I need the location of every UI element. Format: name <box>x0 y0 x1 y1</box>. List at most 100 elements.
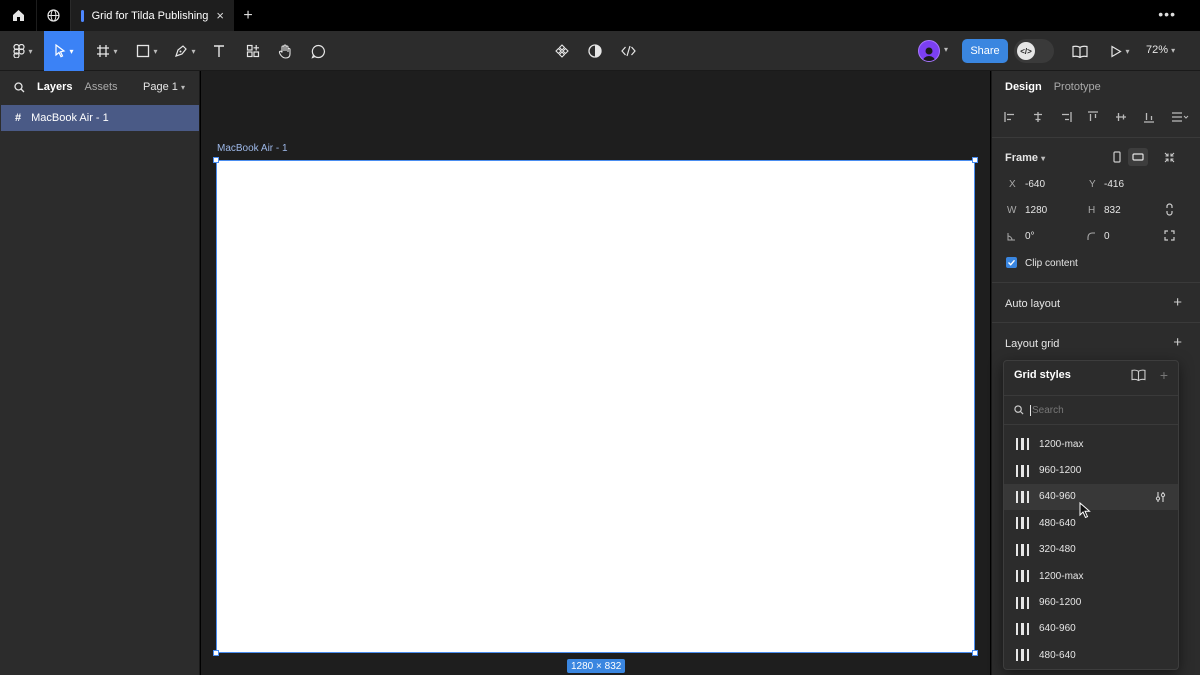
grid-style-label: 640-960 <box>1039 623 1076 635</box>
chevron-down-icon: ▾ <box>1041 154 1046 163</box>
w-label: W <box>1007 205 1017 216</box>
more-menu-icon[interactable]: ••• <box>1158 6 1176 22</box>
zoom-dropdown[interactable]: 72% ▾ <box>1146 44 1175 56</box>
resize-handle[interactable] <box>213 650 219 656</box>
grid-style-item[interactable]: 960-1200 <box>1004 457 1178 483</box>
layer-row[interactable]: # MacBook Air - 1 <box>1 105 199 131</box>
component-button[interactable] <box>552 31 572 71</box>
code-button[interactable] <box>618 31 638 71</box>
present-button[interactable]: ▾ <box>1106 31 1134 71</box>
left-panel: Layers Assets Page 1 ▾ # MacBook Air - 1 <box>0 71 200 675</box>
tab-assets[interactable]: Assets <box>84 81 117 93</box>
tab-prototype[interactable]: Prototype <box>1054 81 1101 93</box>
popover-title: Grid styles <box>1014 369 1071 381</box>
grid-style-item[interactable]: 480-640 <box>1004 510 1178 536</box>
comment-tool-button[interactable] <box>307 31 329 71</box>
grid-style-label: 960-1200 <box>1039 597 1082 609</box>
resize-handle[interactable] <box>213 157 219 163</box>
grid-style-item[interactable]: 480-640 <box>1004 642 1178 668</box>
portrait-icon[interactable] <box>1113 151 1121 163</box>
independent-corners-icon[interactable] <box>1164 230 1175 241</box>
h-input[interactable]: 832 <box>1104 205 1121 216</box>
resize-to-fit-icon[interactable] <box>1164 152 1175 163</box>
close-icon[interactable]: × <box>216 8 224 23</box>
tab-layers[interactable]: Layers <box>37 81 72 93</box>
w-input[interactable]: 1280 <box>1025 205 1047 216</box>
frame-layer-icon: # <box>15 112 22 124</box>
grid-style-item[interactable]: 1200-max <box>1004 563 1178 589</box>
move-tool-button[interactable]: ▾ <box>44 31 84 71</box>
distribute-icon[interactable] <box>1171 111 1189 123</box>
align-bottom-icon[interactable] <box>1143 111 1155 123</box>
page-label: Page 1 <box>143 81 178 93</box>
clip-content-label: Clip content <box>1025 258 1078 269</box>
x-label: X <box>1009 179 1016 190</box>
book-icon[interactable] <box>1131 369 1146 381</box>
tab-title: Grid for Tilda Publishing <box>91 9 209 22</box>
resources-tool-button[interactable] <box>242 31 264 71</box>
grid-style-item[interactable]: 1200-max <box>1004 431 1178 457</box>
divider <box>992 282 1200 283</box>
dev-mode-toggle[interactable]: </> <box>1014 39 1054 63</box>
align-right-icon[interactable] <box>1060 111 1072 123</box>
landscape-button[interactable] <box>1128 148 1148 166</box>
grid-style-label: 640-960 <box>1039 491 1076 503</box>
align-center-horizontal-icon[interactable] <box>1032 111 1044 123</box>
frame-label[interactable]: MacBook Air - 1 <box>217 143 288 154</box>
add-layout-grid-button[interactable]: + <box>1173 334 1182 351</box>
frame-tool-button[interactable]: ▾ <box>92 31 122 71</box>
grid-style-list: 1200-max 960-1200 640-960 480-640 320-480 120… <box>1004 431 1178 669</box>
code-icon: </> <box>1017 42 1035 60</box>
pen-tool-button[interactable]: ▾ <box>170 31 200 71</box>
add-style-button[interactable]: + <box>1160 367 1168 383</box>
contrast-button[interactable] <box>585 31 605 71</box>
chevron-down-icon[interactable]: ▾ <box>944 45 948 54</box>
share-button[interactable]: Share <box>962 39 1008 63</box>
page-selector[interactable]: Page 1 ▾ <box>143 81 185 93</box>
align-top-icon[interactable] <box>1087 111 1099 123</box>
frame-icon <box>97 45 110 57</box>
main-menu-button[interactable]: ▾ <box>8 31 38 71</box>
search-icon[interactable] <box>14 81 25 93</box>
book-icon <box>1072 45 1088 58</box>
left-panel-tabs: Layers Assets Page 1 ▾ <box>0 71 199 103</box>
grid-columns-icon <box>1016 622 1029 635</box>
grid-style-item[interactable]: 320-480 <box>1004 537 1178 563</box>
globe-icon[interactable] <box>36 0 70 31</box>
search-input[interactable] <box>1030 404 1150 416</box>
resize-handle[interactable] <box>972 650 978 656</box>
file-tab[interactable]: Grid for Tilda Publishing × <box>70 0 234 31</box>
file-icon <box>81 9 84 22</box>
new-tab-button[interactable]: + <box>234 7 262 25</box>
grid-columns-icon <box>1016 517 1029 530</box>
hand-tool-button[interactable] <box>274 31 296 71</box>
h-label: H <box>1088 205 1096 216</box>
layer-label: MacBook Air - 1 <box>31 112 109 124</box>
x-input[interactable]: -640 <box>1025 179 1045 190</box>
align-center-vertical-icon[interactable] <box>1115 111 1127 123</box>
add-auto-layout-button[interactable]: + <box>1173 294 1182 311</box>
clip-content-checkbox[interactable] <box>1006 257 1017 268</box>
grid-columns-icon <box>1016 438 1029 451</box>
avatar[interactable] <box>918 40 940 62</box>
library-button[interactable] <box>1070 31 1090 71</box>
frame-section[interactable]: Frame ▾ <box>1005 152 1045 164</box>
resize-handle[interactable] <box>972 157 978 163</box>
grid-style-item[interactable]: 640-960 <box>1004 483 1178 511</box>
corner-radius-input[interactable]: 0 <box>1104 231 1110 242</box>
align-left-icon[interactable] <box>1004 111 1016 123</box>
text-tool-button[interactable] <box>208 31 230 71</box>
frame[interactable] <box>213 157 978 656</box>
canvas[interactable]: MacBook Air - 1 1280 × 832 <box>201 71 990 675</box>
y-input[interactable]: -416 <box>1104 179 1124 190</box>
grid-style-item[interactable]: 640-960 <box>1004 616 1178 642</box>
popover-search <box>1004 395 1178 425</box>
tab-design[interactable]: Design <box>1005 81 1042 93</box>
mouse-cursor-icon <box>1079 502 1091 519</box>
shape-tool-button[interactable]: ▾ <box>132 31 162 71</box>
home-icon[interactable] <box>0 0 36 31</box>
grid-style-item[interactable]: 960-1200 <box>1004 589 1178 615</box>
rotation-input[interactable]: 0° <box>1025 231 1035 242</box>
constrain-proportions-icon[interactable] <box>1165 203 1174 216</box>
edit-style-icon[interactable] <box>1155 491 1166 503</box>
